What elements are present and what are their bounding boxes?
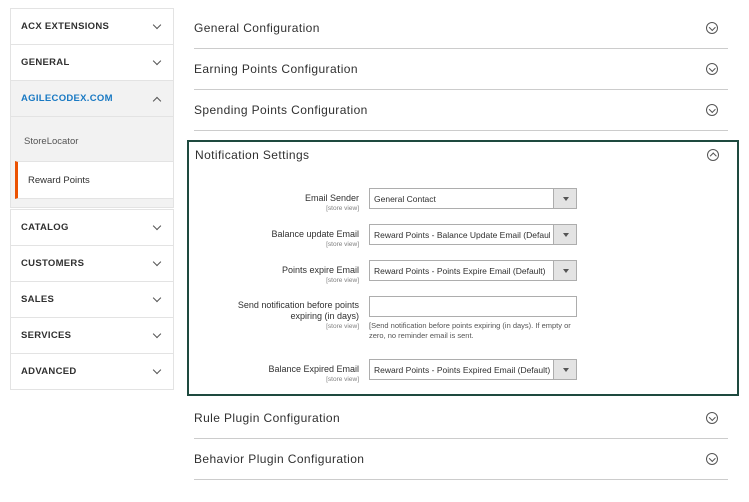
section-notification-settings: Notification Settings Email Sender [stor… (187, 140, 739, 396)
config-main-bottom: Rule Plugin Configuration Behavior Plugi… (194, 398, 728, 480)
section-general-configuration[interactable]: General Configuration (194, 8, 728, 49)
field-label-text: Points expire Email (281, 265, 359, 275)
sidebar-item-label: ACX EXTENSIONS (21, 21, 110, 32)
section-spending-points[interactable]: Spending Points Configuration (194, 90, 728, 131)
select-value: Reward Points - Points Expired Email (De… (374, 364, 550, 375)
sidebar-item-acx-extensions[interactable]: ACX EXTENSIONS (11, 9, 173, 45)
section-title: Rule Plugin Configuration (194, 411, 341, 425)
sidebar-item-agilecodex[interactable]: AGILECODEX.COM (11, 81, 173, 117)
expand-icon (706, 104, 718, 116)
section-title: Earning Points Configuration (194, 62, 358, 76)
sidebar-item-sales[interactable]: SALES (11, 282, 173, 318)
field-label-text: Balance update Email (271, 229, 359, 239)
field-label: Balance Expired Email [store view] (268, 364, 359, 384)
scope-label: [store view] (326, 376, 359, 383)
sidebar-subitem-reward-points[interactable]: Reward Points (15, 161, 173, 199)
chevron-down-icon (153, 23, 161, 31)
expand-icon (706, 22, 718, 34)
config-sidebar: ACX EXTENSIONS GENERAL AGILECODEX.COM St… (10, 8, 174, 390)
section-title: Notification Settings (195, 148, 310, 162)
points-expire-email-select[interactable]: Reward Points - Points Expire Email (Def… (369, 260, 577, 281)
chevron-down-icon (153, 224, 161, 232)
sidebar-item-general[interactable]: GENERAL (11, 45, 173, 81)
sidebar-item-label: SALES (21, 294, 55, 305)
collapse-icon (707, 149, 719, 161)
select-value: Reward Points - Points Expire Email (Def… (374, 265, 546, 276)
expand-icon (706, 412, 718, 424)
section-earning-points[interactable]: Earning Points Configuration (194, 49, 728, 90)
chevron-down-icon (153, 332, 161, 340)
scope-label: [store view] (326, 205, 359, 212)
chevron-down-icon (153, 59, 161, 67)
balance-update-email-select[interactable]: Reward Points - Balance Update Email (De… (369, 224, 577, 245)
chevron-down-icon (153, 260, 161, 268)
sidebar-nav-top: ACX EXTENSIONS GENERAL AGILECODEX.COM (10, 8, 174, 117)
section-header-notification-settings[interactable]: Notification Settings (189, 142, 737, 168)
sidebar-item-label: ADVANCED (21, 366, 77, 377)
field-label-text: Send notification before points (237, 300, 359, 310)
select-value: Reward Points - Balance Update Email (De… (374, 229, 550, 240)
field-label: Email Sender [store view] (305, 193, 359, 213)
scope-label: [store view] (326, 241, 359, 248)
section-behavior-plugin[interactable]: Behavior Plugin Configuration (194, 439, 728, 480)
sidebar-item-label: SERVICES (21, 330, 72, 341)
section-title: Behavior Plugin Configuration (194, 452, 365, 466)
notify-days-input[interactable] (369, 296, 577, 317)
sidebar-item-label: CATALOG (21, 222, 69, 233)
select-value: General Contact (374, 193, 436, 204)
dropdown-arrow-icon (553, 189, 576, 208)
scope-label: [store view] (326, 323, 359, 330)
balance-expired-email-select[interactable]: Reward Points - Points Expired Email (De… (369, 359, 577, 380)
scope-label: [store view] (326, 277, 359, 284)
sidebar-subitem-storelocator[interactable]: StoreLocator (11, 117, 173, 161)
field-label-text: Email Sender (304, 193, 359, 203)
sidebar-item-services[interactable]: SERVICES (11, 318, 173, 354)
sidebar-nav-bottom: CATALOG CUSTOMERS SALES SERVICES ADVANCE… (10, 209, 174, 390)
field-label-text: Balance Expired Email (268, 364, 359, 374)
email-sender-select[interactable]: General Contact (369, 188, 577, 209)
expand-icon (706, 63, 718, 75)
section-title: Spending Points Configuration (194, 103, 368, 117)
section-title: General Configuration (194, 21, 320, 35)
section-rule-plugin[interactable]: Rule Plugin Configuration (194, 398, 728, 439)
sidebar-item-label: AGILECODEX.COM (21, 93, 113, 104)
sidebar-item-customers[interactable]: CUSTOMERS (11, 246, 173, 282)
chevron-down-icon (153, 296, 161, 304)
dropdown-arrow-icon (553, 225, 576, 244)
chevron-up-icon (153, 95, 161, 103)
dropdown-arrow-icon (553, 261, 576, 280)
sidebar-subnav: StoreLocator Reward Points (10, 117, 174, 208)
field-label: Balance update Email [store view] (271, 229, 359, 249)
field-label: Send notification before points expiring… (238, 300, 359, 331)
sidebar-item-catalog[interactable]: CATALOG (11, 210, 173, 246)
dropdown-arrow-icon (553, 360, 576, 379)
expand-icon (706, 453, 718, 465)
sidebar-item-label: CUSTOMERS (21, 258, 85, 269)
field-label: Points expire Email [store view] (282, 265, 359, 285)
field-label-text: expiring (in days) (290, 311, 359, 321)
chevron-down-icon (153, 368, 161, 376)
sidebar-item-label: GENERAL (21, 57, 70, 68)
sidebar-item-advanced[interactable]: ADVANCED (11, 354, 173, 390)
field-note: [Send notification before points expirin… (369, 321, 571, 340)
config-main: General Configuration Earning Points Con… (194, 8, 728, 131)
